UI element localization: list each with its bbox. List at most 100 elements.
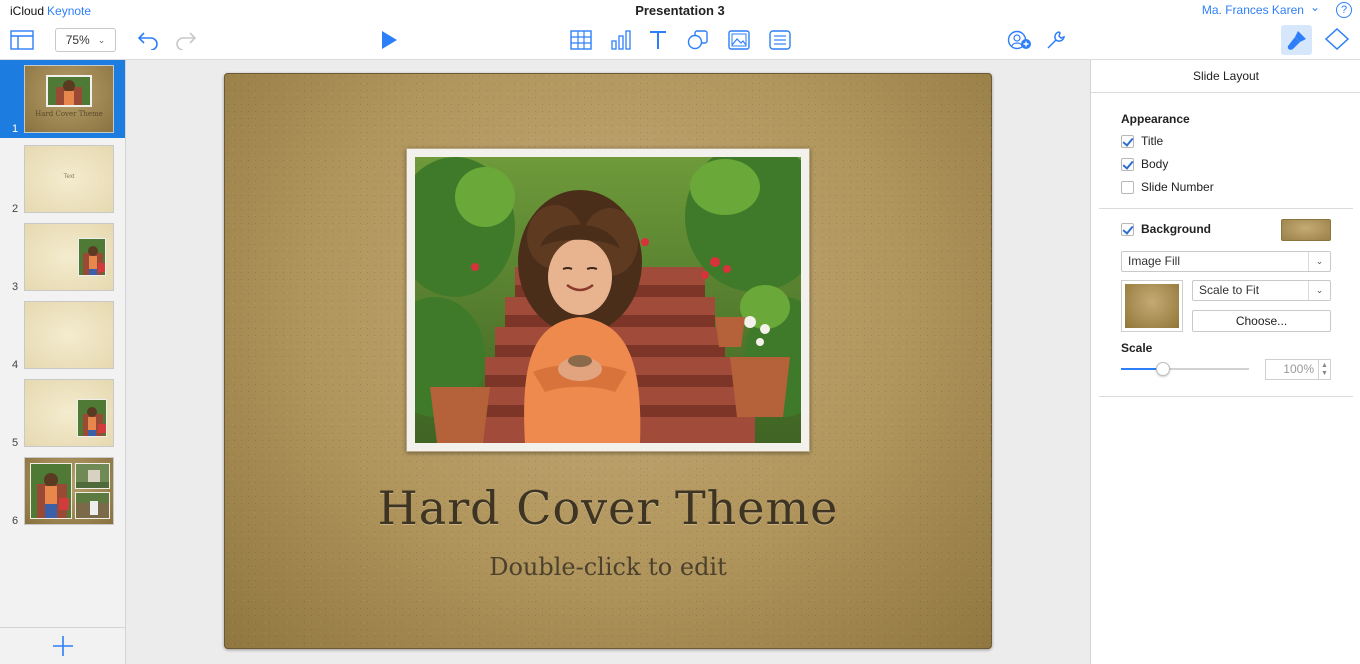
girl-photo-illustration [415,157,801,443]
photo-frame[interactable] [406,148,810,452]
user-name: Ma. Frances Karen [1201,3,1304,17]
slide-thumbnail-3[interactable]: 3 [0,218,125,296]
insert-media-button[interactable] [728,30,750,50]
comment-icon [769,30,791,50]
scale-mode-select[interactable]: Scale to Fit ⌄ [1192,280,1331,301]
slide-photo[interactable] [415,157,801,443]
slide-subtitle[interactable]: Double-click to edit [224,553,992,581]
checkbox-box[interactable] [1121,180,1134,194]
add-person-icon [1007,30,1031,50]
paintbrush-icon [1287,31,1306,50]
slide-title[interactable]: Hard Cover Theme [224,481,992,535]
brand-icloud: iCloud [10,4,45,18]
stepper-down-icon[interactable]: ▼ [1321,370,1328,378]
slide-number: 6 [12,515,19,527]
plus-icon [52,636,73,656]
redo-icon [176,32,197,50]
fill-type-value: Image Fill [1128,254,1181,268]
slide-number: 3 [12,281,19,293]
slide-thumbnail-image [24,301,114,369]
image-fill-preview[interactable] [1121,280,1183,332]
checkbox-box[interactable] [1121,222,1134,236]
slide-thumbnail-6[interactable]: 6 [0,452,125,530]
insert-comment-button[interactable] [769,30,791,50]
wrench-icon [1047,31,1065,49]
choose-image-button[interactable]: Choose... [1192,310,1331,332]
insert-text-button[interactable] [648,30,668,50]
slide-thumbnail-image [24,379,114,447]
photo-placeholder [75,463,110,489]
slider-handle[interactable] [1156,362,1171,376]
insert-table-button[interactable] [570,30,592,50]
scale-slider[interactable] [1121,362,1249,376]
slide-thumbnail-image: Hard Cover Theme [24,65,114,133]
stepper-up-icon[interactable]: ▲ [1321,362,1328,370]
tools-button[interactable] [1045,30,1067,50]
slide-thumbnail-4[interactable]: 4 [0,296,125,374]
slide-thumbnail-image: Text [24,145,114,213]
image-icon [728,30,750,50]
diamond-icon [1325,28,1349,50]
collaborate-button[interactable] [1007,30,1033,50]
sidebar-icon [10,30,34,50]
title-checkbox[interactable]: Title [1121,134,1163,148]
photo-placeholder [77,399,107,437]
animate-button[interactable] [1325,28,1349,50]
inspector-header: Slide Layout [1091,60,1360,93]
zoom-value: 75% [65,33,90,47]
background-color-swatch[interactable] [1281,219,1331,241]
scale-mode-value: Scale to Fit [1199,283,1260,297]
checkbox-box[interactable] [1121,157,1134,171]
appearance-heading: Appearance [1121,112,1190,126]
checkbox-label: Title [1141,134,1164,148]
document-title[interactable]: Presentation 3 [635,3,725,18]
chevron-down-icon: ⌄ [97,34,106,45]
chevron-down-icon: ⌄ [1308,281,1330,300]
checkbox-label: Slide Number [1141,180,1214,194]
view-toggle-button[interactable] [10,30,34,50]
slide-thumbnail-title: Hard Cover Theme [35,110,103,118]
checkbox-box[interactable] [1121,134,1134,148]
slide-thumbnail-2[interactable]: Text 2 [0,140,125,218]
text-icon [650,31,666,49]
add-slide-button[interactable] [0,627,125,664]
slide-navigator: Hard Cover Theme 1 Text 2 3 4 5 6 [0,60,126,664]
slide-number: 4 [12,359,19,371]
body-checkbox[interactable]: Body [1121,157,1168,171]
chart-icon [611,30,631,50]
slide-thumbnail-5[interactable]: 5 [0,374,125,452]
zoom-select[interactable]: 75% ⌄ [55,28,116,52]
chevron-down-icon: ⌄ [1309,0,1320,14]
scale-value-field[interactable]: 100% [1265,359,1319,380]
app-brand[interactable]: iCloud Keynote [10,4,91,18]
toolbar: iCloud Keynote Presentation 3 Ma. Frances… [0,0,1360,60]
format-button[interactable] [1285,29,1309,51]
slide-thumbnail-image [24,223,114,291]
slide-number: 5 [12,437,19,449]
chevron-down-icon: ⌄ [1308,252,1330,271]
slide-thumbnail-image [24,457,114,525]
user-menu[interactable]: Ma. Frances Karen ⌄ [1201,0,1320,17]
photo-placeholder [75,492,110,519]
slide-thumbnail-1[interactable]: Hard Cover Theme 1 [0,60,125,138]
brand-keynote: Keynote [47,4,92,18]
checkbox-label: Body [1141,157,1169,171]
divider [1099,396,1353,397]
photo-placeholder [46,75,92,107]
undo-icon [137,32,158,50]
background-checkbox[interactable]: Background [1121,222,1211,236]
current-slide[interactable]: Hard Cover Theme Double-click to edit [224,73,992,649]
fill-type-select[interactable]: Image Fill ⌄ [1121,251,1331,272]
slide-canvas: Hard Cover Theme Double-click to edit [126,60,1090,664]
slide-number-checkbox[interactable]: Slide Number [1121,180,1214,194]
redo-button[interactable] [174,30,198,50]
scale-stepper[interactable]: ▲ ▼ [1319,359,1331,380]
insert-shape-button[interactable] [687,30,709,50]
help-button[interactable]: ? [1336,2,1352,18]
play-button[interactable] [379,30,399,50]
slide-number: 2 [12,203,19,215]
insert-chart-button[interactable] [610,30,632,50]
photo-placeholder [30,463,72,519]
undo-button[interactable] [136,30,160,50]
format-inspector: Slide Layout Appearance Title Body Slide… [1090,60,1360,664]
